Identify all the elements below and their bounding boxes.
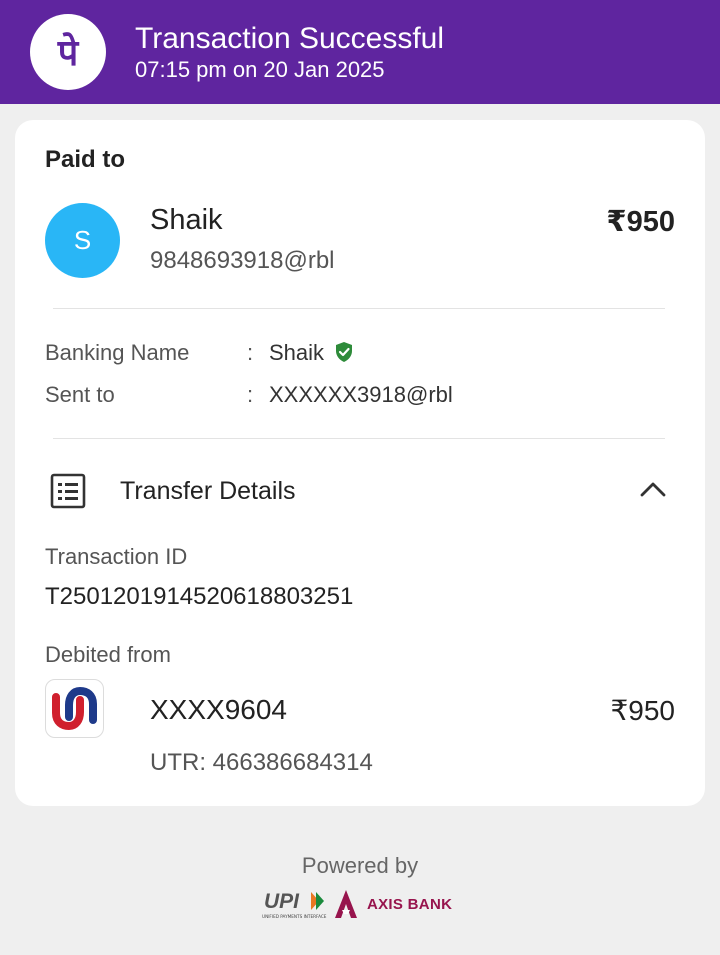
svg-text:UPI: UPI: [264, 890, 300, 913]
axis-bank-name: AXIS BANK: [367, 896, 453, 913]
transaction-id-value[interactable]: T2501201914520618803251: [45, 583, 353, 611]
transfer-details-title[interactable]: Transfer Details: [120, 477, 296, 506]
banking-name-value: Shaik: [269, 340, 325, 365]
divider: [53, 308, 665, 309]
transaction-id-label: Transaction ID: [45, 544, 188, 569]
union-bank-logo-icon: [45, 679, 104, 738]
transaction-card: Paid to S Shaik 9848693918@rbl ₹950 Bank…: [15, 120, 705, 806]
phonepe-logo-icon: पे: [30, 14, 106, 90]
axis-bank-logo-icon: [335, 890, 357, 918]
payee-upi-id: 9848693918@rbl: [150, 247, 335, 274]
debited-amount: ₹950: [610, 695, 675, 726]
divider: [53, 438, 665, 439]
payee-name: Shaik: [150, 204, 223, 236]
separator-colon: :: [247, 340, 254, 365]
debited-account-number: XXXX9604: [150, 694, 287, 725]
paid-amount: ₹950: [606, 206, 675, 238]
chevron-up-icon[interactable]: [639, 479, 667, 499]
document-list-icon: [50, 473, 86, 509]
svg-text:UNIFIED PAYMENTS INTERFACE: UNIFIED PAYMENTS INTERFACE: [262, 914, 327, 919]
sent-to-label: Sent to: [45, 382, 115, 407]
payee-avatar: S: [45, 203, 120, 278]
svg-text:पे: पे: [57, 32, 80, 74]
powered-by-label: Powered by: [301, 853, 419, 878]
separator-colon: :: [247, 382, 254, 407]
debited-from-label: Debited from: [45, 642, 171, 667]
sent-to-value: XXXXXX3918@rbl: [269, 382, 453, 407]
transaction-status-title: Transaction Successful: [135, 22, 445, 55]
upi-logo-icon: UPI UNIFIED PAYMENTS INTERFACE: [262, 890, 327, 919]
transaction-datetime: 07:15 pm on 20 Jan 2025: [135, 57, 385, 82]
utr-number[interactable]: UTR: 466386684314: [150, 749, 373, 777]
app-header: पे Transaction Successful 07:15 pm on 20…: [0, 0, 720, 104]
verified-shield-icon: [336, 342, 352, 362]
paid-to-label: Paid to: [45, 146, 126, 173]
banking-name-label: Banking Name: [45, 340, 190, 365]
